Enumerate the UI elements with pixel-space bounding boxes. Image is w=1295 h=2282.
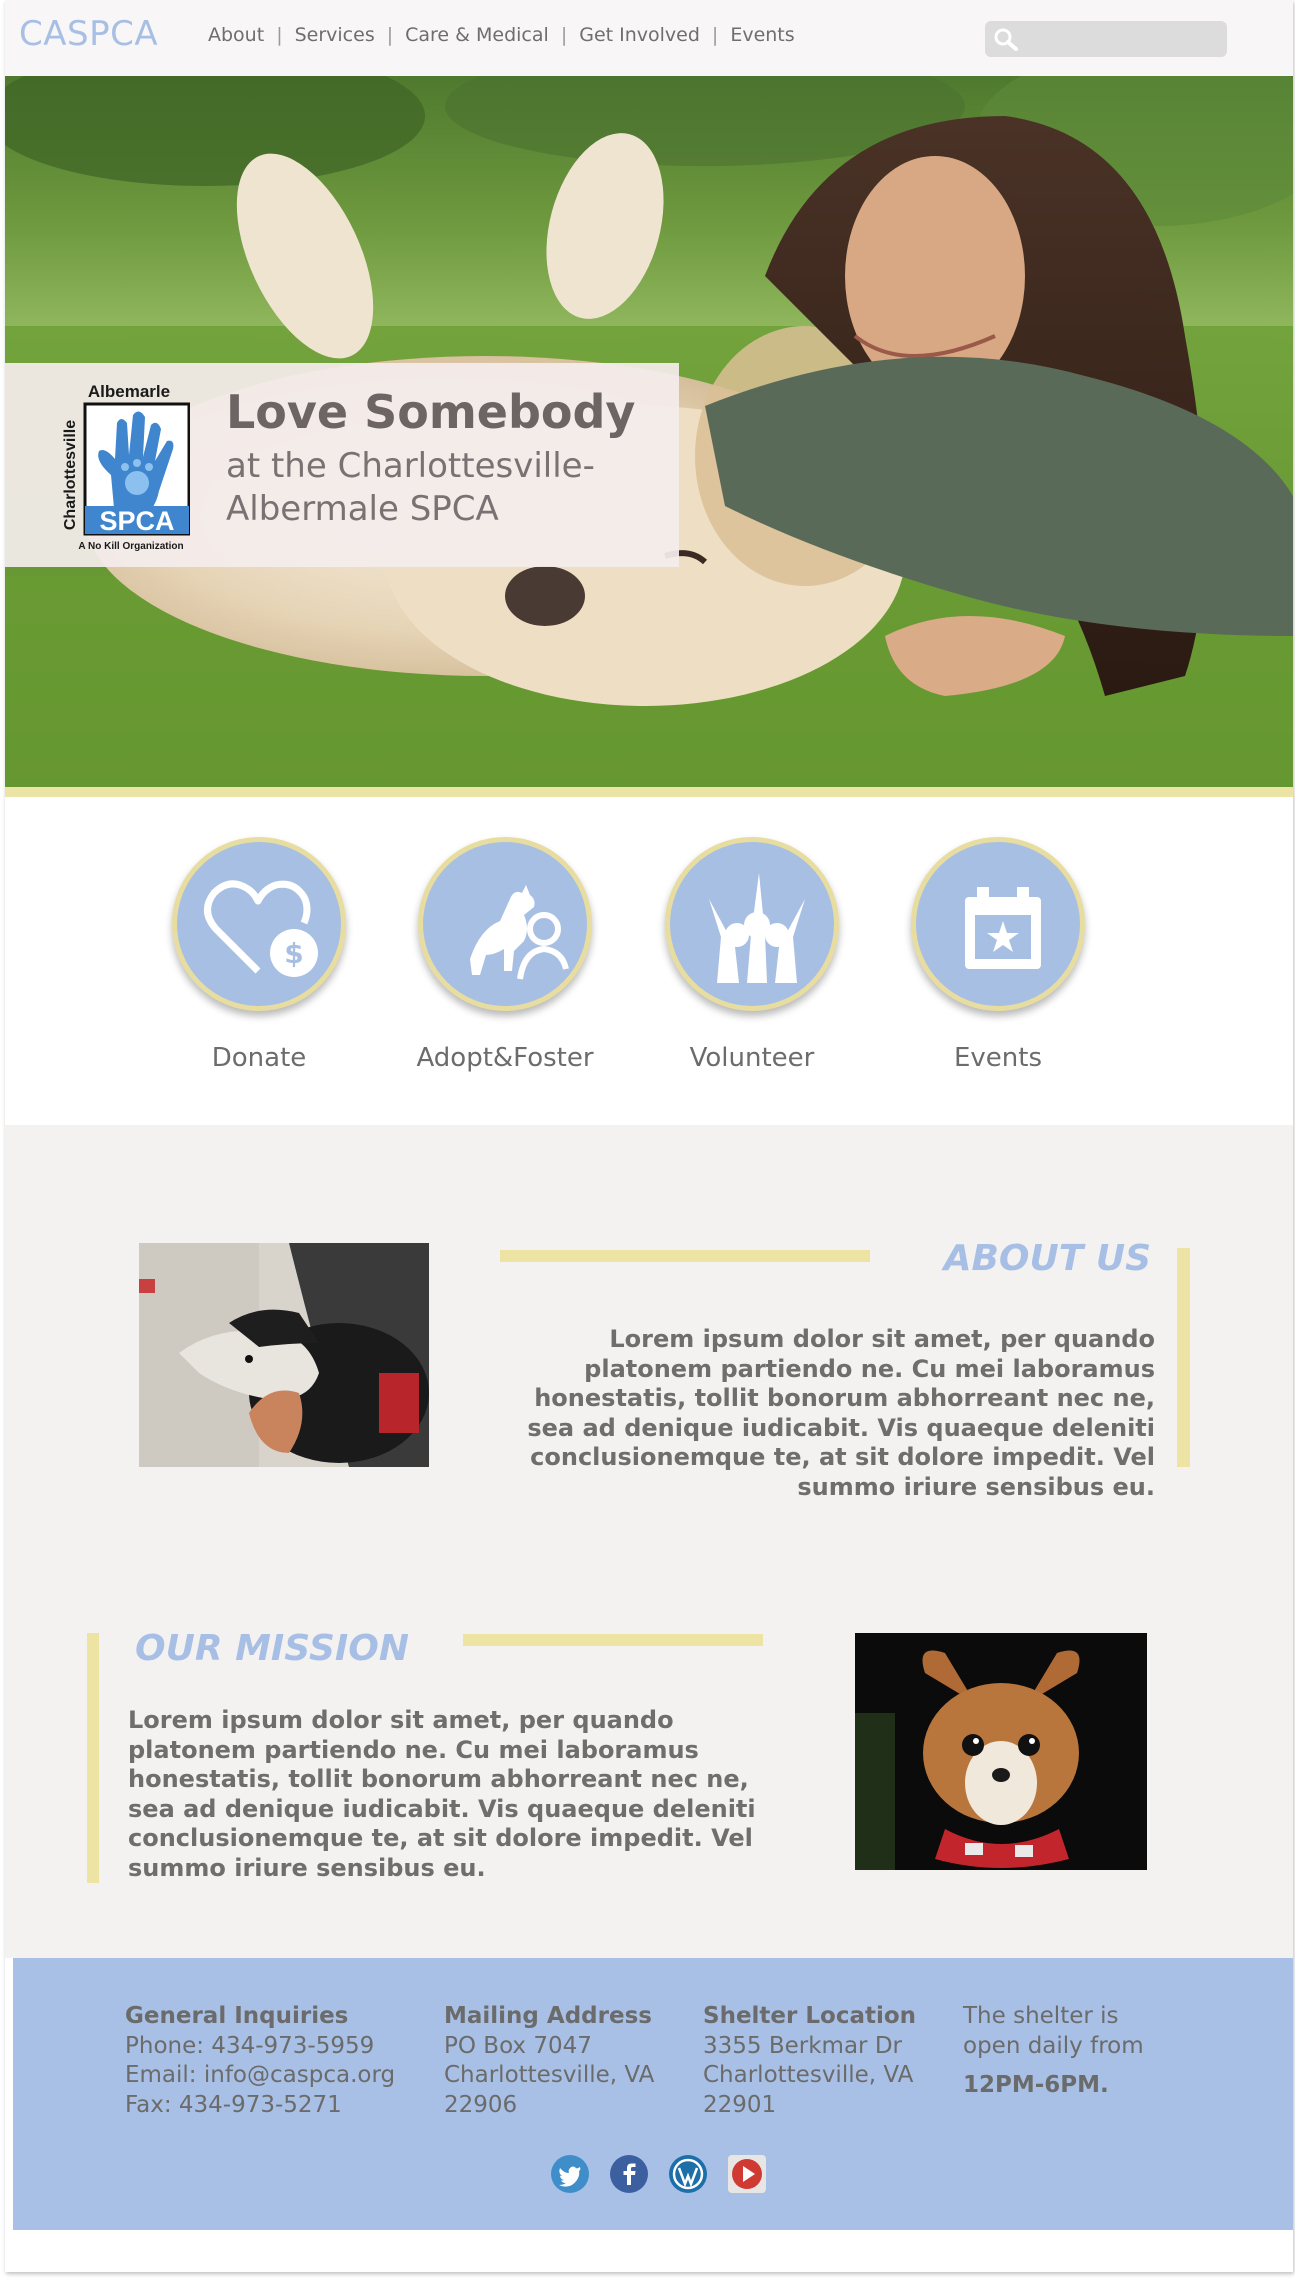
footer-line: Charlottesville, VA: [703, 2062, 914, 2088]
nav-separator: |: [386, 24, 394, 46]
footer-hours: The shelter is open daily from 12PM-6PM.: [963, 2002, 1144, 2101]
nav-separator: |: [711, 24, 719, 46]
hero-title: Love Somebody: [226, 385, 636, 439]
search-input[interactable]: [1021, 21, 1221, 57]
people-hands-up-icon: [709, 873, 805, 983]
mission-accent-bar-vertical: [87, 1633, 99, 1883]
footer: General Inquiries Phone: 434-973-5959 Em…: [13, 1958, 1293, 2230]
footer-line: 22901: [703, 2091, 777, 2118]
svg-text:SPCA: SPCA: [99, 506, 174, 536]
brand-logo[interactable]: CASPCA: [19, 14, 158, 54]
dog-person-icon: [470, 885, 569, 980]
action-label: Donate: [211, 1043, 307, 1073]
spca-logo[interactable]: Albemarle Charlottesville SPCA A No Kill…: [55, 379, 191, 552]
action-donate[interactable]: $ Donate: [149, 837, 369, 1073]
nav-item-care-medical[interactable]: Care & Medical: [405, 24, 549, 46]
nav-item-about[interactable]: About: [208, 24, 264, 46]
hero-image: Albemarle Charlottesville SPCA A No Kill…: [5, 76, 1293, 788]
events-circle[interactable]: [911, 837, 1085, 1011]
hero-banner: Albemarle Charlottesville SPCA A No Kill…: [5, 363, 679, 567]
footer-fax: Fax: 434-973-5271: [125, 2091, 342, 2118]
footer-hours-text: The shelter is: [963, 2003, 1119, 2029]
nav-item-services[interactable]: Services: [295, 24, 375, 46]
svg-text:$: $: [284, 937, 303, 970]
footer-heading: General Inquiries: [125, 2003, 349, 2029]
action-label: Events: [953, 1043, 1043, 1073]
about-title: ABOUT US: [943, 1238, 1151, 1279]
top-nav: CASPCA About | Services | Care & Medical…: [5, 0, 1293, 76]
mission-body: Lorem ipsum dolor sit amet, per quando p…: [128, 1706, 756, 1882]
footer-heading: Shelter Location: [703, 2003, 917, 2029]
youtube-icon[interactable]: [727, 2154, 767, 2194]
main-menu: About | Services | Care & Medical | Get …: [208, 24, 795, 46]
nav-item-get-involved[interactable]: Get Involved: [579, 24, 700, 46]
hero-divider: [5, 787, 1293, 797]
search-icon: [994, 28, 1018, 51]
donate-circle[interactable]: $: [172, 837, 346, 1011]
heart-dollar-icon: $: [204, 880, 318, 977]
footer-phone[interactable]: Phone: 434-973-5959: [125, 2032, 395, 2062]
facebook-icon[interactable]: [609, 2154, 649, 2194]
mission-accent-bar: [463, 1634, 763, 1646]
footer-general-inquiries: General Inquiries Phone: 434-973-5959 Em…: [125, 2002, 395, 2120]
adopt-circle[interactable]: [418, 837, 592, 1011]
action-label: Volunteer: [689, 1043, 815, 1073]
action-adopt-foster[interactable]: Adopt&Foster: [395, 837, 615, 1073]
action-events[interactable]: Events: [888, 837, 1108, 1073]
footer-hours-time: 12PM-6PM.: [963, 2072, 1109, 2098]
action-volunteer[interactable]: Volunteer: [642, 837, 862, 1073]
calendar-star-icon: [965, 887, 1041, 969]
svg-text:A No Kill Organization: A No Kill Organization: [78, 541, 183, 551]
page: CASPCA About | Services | Care & Medical…: [5, 0, 1293, 2272]
nav-separator: |: [560, 24, 568, 46]
about-body: Lorem ipsum dolor sit amet, per quando p…: [527, 1325, 1155, 1501]
footer-heading: Mailing Address: [444, 2003, 652, 2029]
svg-text:Albemarle: Albemarle: [88, 382, 170, 401]
volunteer-circle[interactable]: [665, 837, 839, 1011]
footer-shelter-location: Shelter Location 3355 Berkmar Dr Charlot…: [703, 2002, 916, 2120]
hero-subtitle: at the Charlottesville-Albermale SPCA: [226, 446, 595, 529]
twitter-icon[interactable]: [550, 2154, 590, 2194]
mission-photo: [855, 1633, 1147, 1870]
mission-title: OUR MISSION: [135, 1628, 410, 1669]
nav-separator: |: [276, 24, 283, 46]
nav-item-events[interactable]: Events: [730, 24, 794, 46]
footer-line: PO Box 7047: [444, 2032, 592, 2059]
footer-line: Charlottesville, VA: [444, 2062, 655, 2088]
footer-line: 3355 Berkmar Dr: [703, 2032, 902, 2059]
search-box[interactable]: [985, 21, 1227, 57]
about-photo: [139, 1243, 429, 1467]
about-accent-bar-vertical: [1177, 1248, 1190, 1467]
about-accent-bar: [500, 1250, 870, 1262]
footer-mailing-address: Mailing Address PO Box 7047 Charlottesvi…: [444, 2002, 654, 2120]
footer-hours-text: open daily from: [963, 2032, 1144, 2059]
wordpress-icon[interactable]: [668, 2154, 708, 2194]
footer-email[interactable]: Email: info@caspca.org: [125, 2061, 395, 2091]
svg-text:Charlottesville: Charlottesville: [62, 420, 79, 530]
footer-line: 22906: [444, 2091, 518, 2118]
action-label: Adopt&Foster: [416, 1043, 594, 1073]
quick-actions: $ Donate Adopt&Foster Volunteer Events: [5, 797, 1293, 1125]
